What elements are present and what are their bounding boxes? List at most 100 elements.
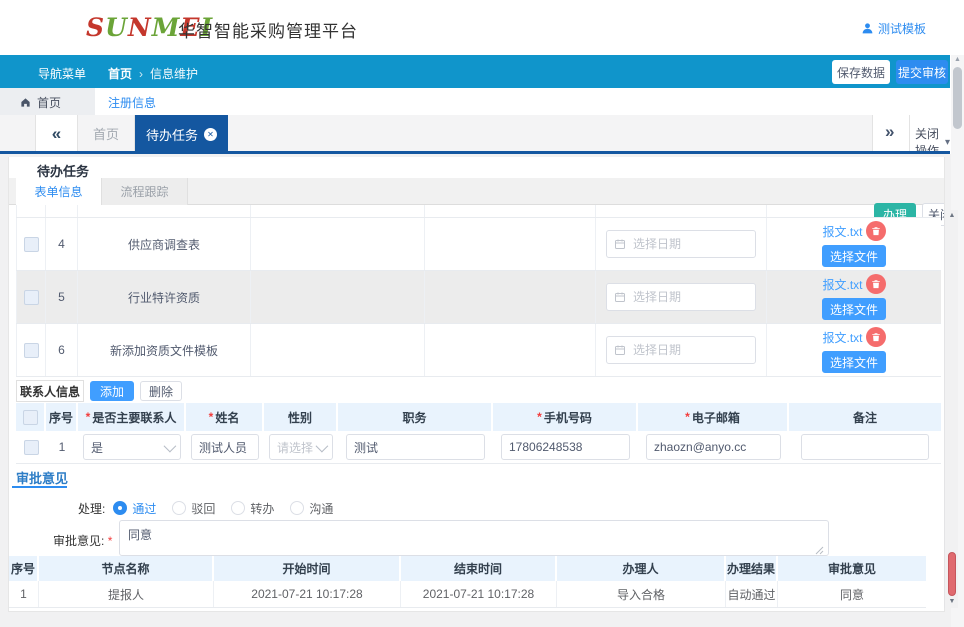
col-header: 职务 <box>402 409 426 426</box>
tab-todo-label: 待办任务 <box>146 125 198 144</box>
scroll-up-icon[interactable]: ▲ <box>945 212 959 219</box>
tab-home-label: 首页 <box>93 124 119 143</box>
cell-value: 1 <box>20 587 27 601</box>
col-header: 手机号码 <box>544 409 592 426</box>
primary-contact-select[interactable]: 是 <box>83 434 181 460</box>
panel-tabs-row: 表单信息 流程跟踪 办理 关闭 <box>9 178 945 205</box>
radio-label: 转办 <box>250 500 274 517</box>
chevron-down-icon <box>164 439 177 452</box>
save-data-button[interactable]: 保存数据 <box>832 60 890 84</box>
choose-file-button[interactable]: 选择文件 <box>822 245 886 267</box>
col-header: 姓名 <box>215 409 239 426</box>
col-header: 备注 <box>853 409 877 426</box>
contacts-header-row: 序号 *是否主要联系人 *姓名 性别 职务 *手机号码 *电子邮箱 备注 <box>16 403 941 431</box>
panel-scrollbar[interactable]: ▲ ▼ <box>944 210 958 608</box>
phone-input[interactable] <box>501 434 630 460</box>
scrollbar-thumb-red[interactable] <box>948 552 956 596</box>
radio-label: 沟通 <box>309 500 333 517</box>
col-header: 序号 <box>49 409 73 426</box>
calendar-icon <box>614 291 626 303</box>
radio-option-communicate[interactable]: 沟通 <box>290 500 333 517</box>
choose-file-button[interactable]: 选择文件 <box>822 298 886 320</box>
tab-form-info[interactable]: 表单信息 <box>16 178 102 205</box>
tab-close-icon[interactable]: ✕ <box>204 128 217 141</box>
email-input[interactable] <box>646 434 781 460</box>
scroll-down-icon[interactable]: ▼ <box>945 598 959 605</box>
user-menu[interactable]: 测试模板 <box>861 19 926 37</box>
tab-flow-track-label: 流程跟踪 <box>120 183 168 200</box>
radio-option-transfer[interactable]: 转办 <box>231 500 274 517</box>
attached-file-link[interactable]: 报文.txt <box>822 276 862 293</box>
scroll-up-icon[interactable]: ▲ <box>951 56 964 63</box>
tab-todo-active[interactable]: 待办任务 ✕ <box>135 115 228 154</box>
expiry-date-input[interactable] <box>606 283 756 311</box>
radio-label: 通过 <box>132 500 156 517</box>
required-mark: * <box>108 534 113 548</box>
scrollbar-thumb[interactable] <box>953 67 962 129</box>
file-type-name: 供应商调查表 <box>128 236 200 253</box>
row-checkbox[interactable] <box>24 237 39 252</box>
tab-strip: « 首页 待办任务 ✕ » 关闭操作 ▾ <box>0 115 950 154</box>
select-all-checkbox[interactable] <box>23 410 38 425</box>
user-name: 测试模板 <box>878 20 926 37</box>
history-header-row: 序号 节点名称 开始时间 结束时间 办理人 办理结果 审批意见 <box>9 556 926 581</box>
attached-file-link[interactable]: 报文.txt <box>822 223 862 240</box>
scroll-tabs-left-button[interactable]: « <box>35 115 78 151</box>
row-checkbox[interactable] <box>24 440 39 455</box>
duty-input[interactable] <box>346 434 485 460</box>
approval-section-title: 审批意见 <box>16 468 68 487</box>
logo-letter: U <box>105 13 128 42</box>
attached-file-link[interactable]: 报文.txt <box>822 329 862 346</box>
col-header: 电子邮箱 <box>692 409 740 426</box>
approval-title-underline <box>12 486 67 488</box>
contacts-data-row: 1 是 请选择 <box>16 431 941 464</box>
col-header: 开始时间 <box>282 560 330 577</box>
logo-letter: N <box>128 13 152 42</box>
col-header: 节点名称 <box>101 560 149 577</box>
remark-input[interactable] <box>801 434 929 460</box>
handle-label: 处理: <box>78 500 105 517</box>
page-tab-register-info[interactable]: 注册信息 <box>108 94 156 111</box>
tab-flow-track[interactable]: 流程跟踪 <box>102 178 188 205</box>
delete-contact-button[interactable]: 删除 <box>140 381 182 401</box>
opinion-textarea[interactable]: 同意 <box>119 520 829 556</box>
breadcrumb-home[interactable]: 首页 <box>108 65 132 82</box>
sidebar-item-home[interactable]: 首页 <box>20 94 61 110</box>
submit-review-button[interactable]: 提交审核 <box>896 60 948 84</box>
radio-option-pass[interactable]: 通过 <box>113 500 156 517</box>
expiry-date-input[interactable] <box>606 336 756 364</box>
choose-file-button[interactable]: 选择文件 <box>822 351 886 373</box>
row-checkbox[interactable] <box>24 290 39 305</box>
col-header: 性别 <box>288 409 312 426</box>
sub-header-row: 首页 注册信息 <box>0 88 964 115</box>
cell-value: 导入合格 <box>617 586 665 603</box>
nav-menu-label[interactable]: 导航菜单 <box>38 65 86 82</box>
logo-letter: M <box>152 13 181 42</box>
required-mark: * <box>209 410 214 424</box>
delete-file-icon[interactable] <box>866 221 886 241</box>
radio-option-reject[interactable]: 驳回 <box>172 500 215 517</box>
history-data-row: 1 提报人 2021-07-21 10:17:28 2021-07-21 10:… <box>9 581 926 608</box>
breadcrumb: 首页 › 信息维护 <box>108 65 198 82</box>
tab-home[interactable]: 首页 <box>78 115 135 151</box>
add-contact-button[interactable]: 添加 <box>90 381 134 401</box>
row-checkbox[interactable] <box>24 343 39 358</box>
app-window: S U N M E I 华智智能采购管理平台 测试模板 导航菜单 首页 › 信息… <box>0 0 964 627</box>
double-right-icon[interactable]: » <box>885 123 894 140</box>
contact-name-input[interactable] <box>191 434 259 460</box>
todo-panel: 待办任务 表单信息 流程跟踪 办理 关闭 4 <box>8 157 945 612</box>
delete-file-icon[interactable] <box>866 274 886 294</box>
radio-label: 驳回 <box>191 500 215 517</box>
row-number: 6 <box>58 343 65 357</box>
contacts-section-label: 联系人信息 <box>16 380 84 402</box>
col-header: 结束时间 <box>454 560 502 577</box>
delete-file-icon[interactable] <box>866 327 886 347</box>
required-mark: * <box>86 410 91 424</box>
calendar-icon <box>614 344 626 356</box>
calendar-icon <box>614 238 626 250</box>
radio-icon <box>290 501 304 515</box>
expiry-date-input[interactable] <box>606 230 756 258</box>
contacts-table: 序号 *是否主要联系人 *姓名 性别 职务 *手机号码 *电子邮箱 备注 1 是 <box>16 403 941 464</box>
gender-select[interactable]: 请选择 <box>269 434 333 460</box>
select-placeholder: 请选择 <box>277 439 313 456</box>
